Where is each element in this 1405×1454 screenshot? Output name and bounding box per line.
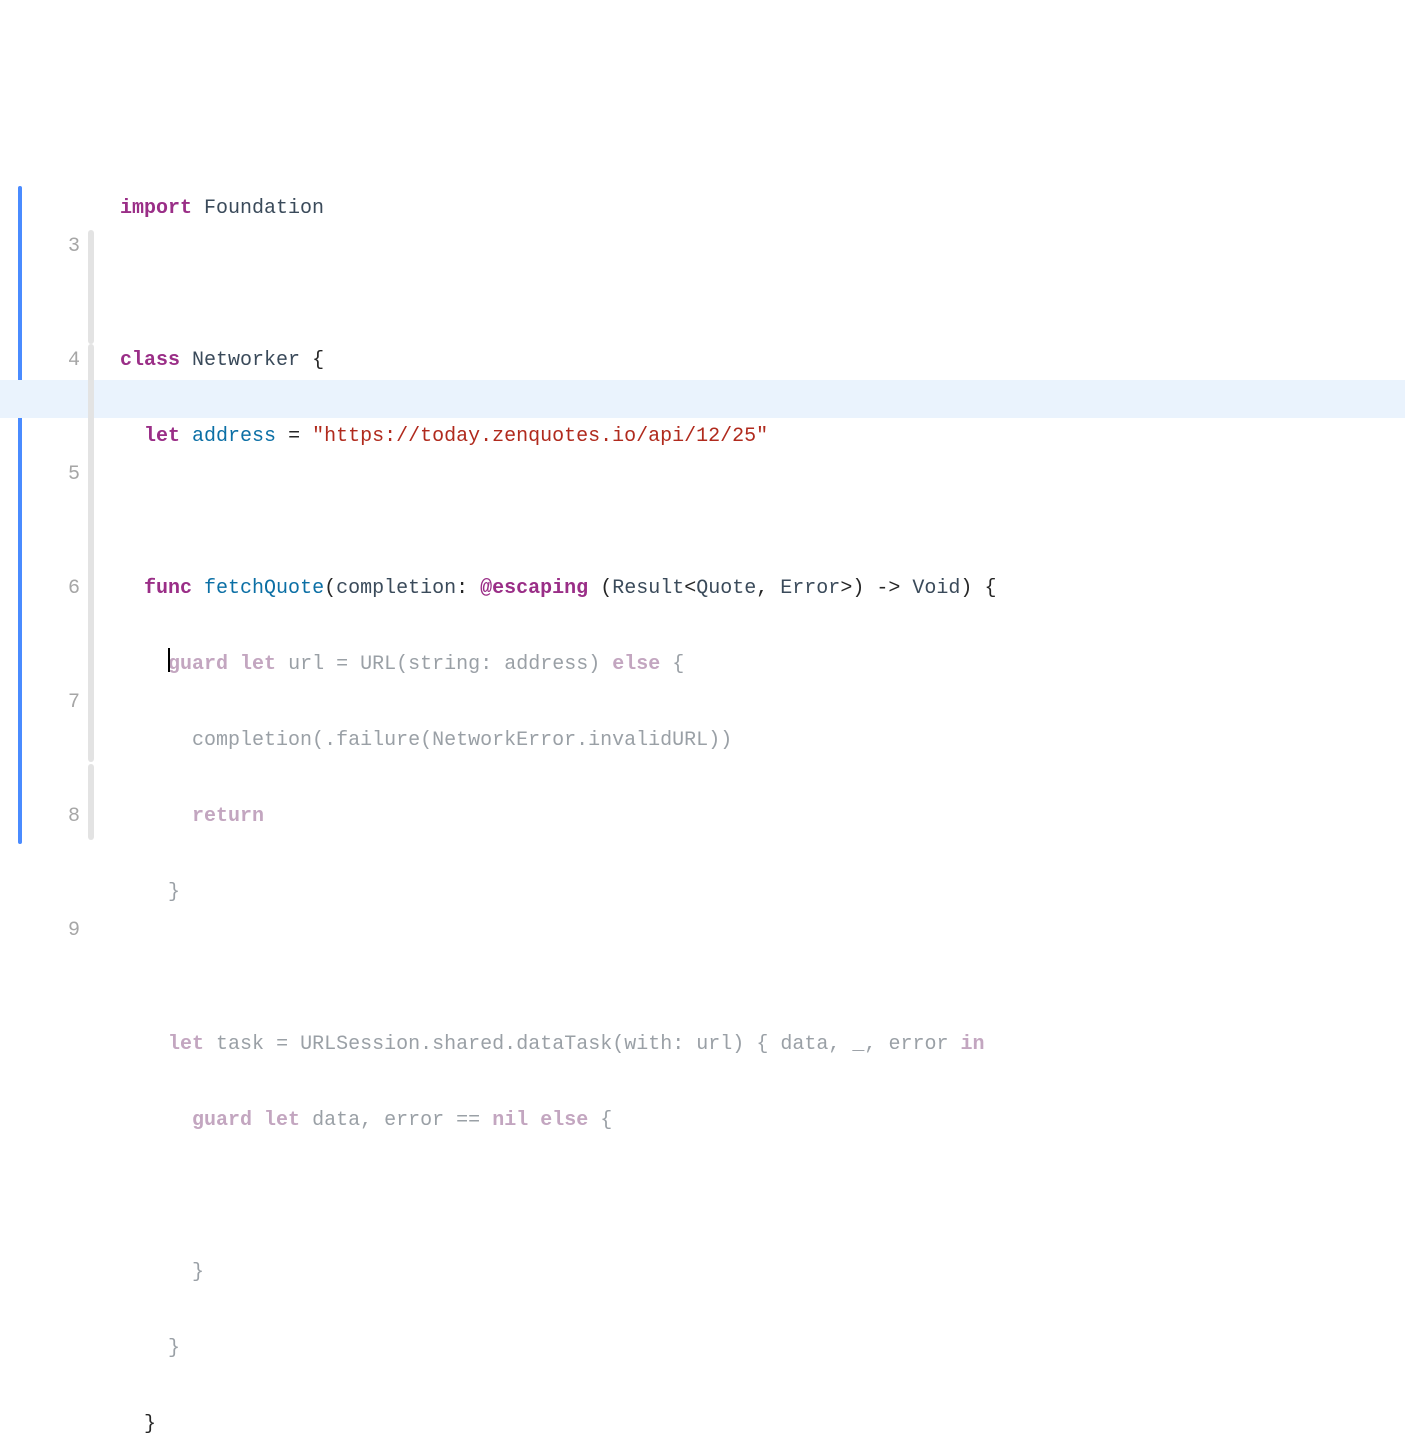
code-line[interactable]: guard let data, error == nil else { — [120, 1102, 1405, 1140]
code-line[interactable]: import Foundation — [120, 190, 1405, 228]
line-number: 8 — [0, 798, 80, 836]
line-number — [0, 1254, 80, 1292]
line-number: 4 — [0, 342, 80, 380]
line-number: 5 — [0, 456, 80, 494]
code-line[interactable] — [120, 950, 1405, 988]
code-line[interactable] — [120, 266, 1405, 304]
line-number — [0, 1368, 80, 1406]
text-cursor — [168, 648, 170, 672]
code-line[interactable] — [120, 1178, 1405, 1216]
code-line[interactable]: } — [120, 1254, 1405, 1292]
code-line[interactable]: completion(.failure(NetworkError.invalid… — [120, 722, 1405, 760]
fold-bar[interactable] — [88, 764, 94, 840]
line-number: 3 — [0, 228, 80, 266]
code-line[interactable]: let address = "https://today.zenquotes.i… — [120, 418, 1405, 456]
line-number: 7 — [0, 684, 80, 722]
code-line[interactable]: } — [120, 1406, 1405, 1444]
code-editor[interactable]: 3 4 5 6 7 8 9 10 11 12 13 import Foundat… — [0, 152, 1405, 879]
code-line[interactable] — [120, 494, 1405, 532]
fold-bar[interactable] — [88, 230, 94, 344]
code-line[interactable]: let task = URLSession.shared.dataTask(wi… — [120, 1026, 1405, 1064]
code-line[interactable]: } — [120, 1330, 1405, 1368]
code-line[interactable]: return — [120, 798, 1405, 836]
fold-ribbon[interactable] — [88, 152, 98, 879]
code-line[interactable]: } — [120, 874, 1405, 912]
line-number: 9 — [0, 912, 80, 950]
line-number — [0, 1026, 80, 1064]
code-line[interactable]: func fetchQuote(completion: @escaping (R… — [120, 570, 1405, 608]
code-line[interactable]: class Networker { — [120, 342, 1405, 380]
code-line[interactable]: guard let url = URL(string: address) els… — [120, 646, 1405, 684]
line-number-gutter: 3 4 5 6 7 8 9 10 11 12 13 — [0, 152, 88, 879]
line-number — [0, 1140, 80, 1178]
code-area[interactable]: import Foundation class Networker { let … — [98, 152, 1405, 879]
line-number: 6 — [0, 570, 80, 608]
fold-bar[interactable] — [88, 344, 94, 762]
